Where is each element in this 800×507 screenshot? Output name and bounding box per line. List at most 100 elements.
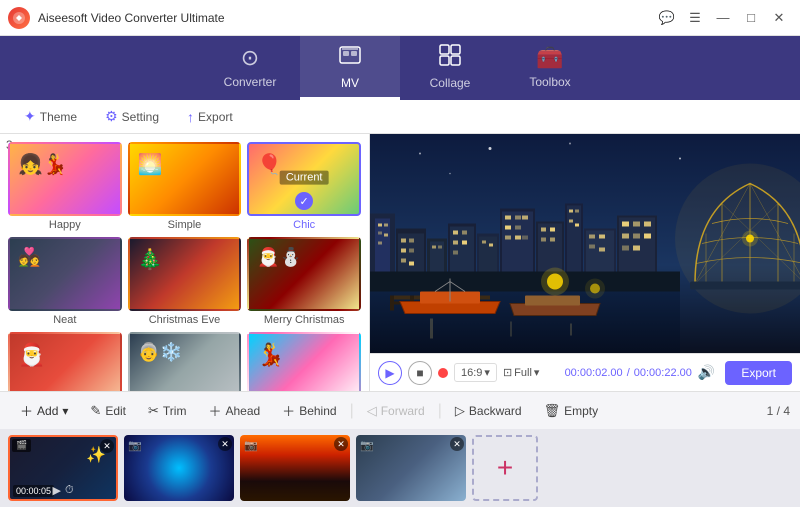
theme-thumb-stripes-waves: [247, 332, 361, 391]
theme-panel: 3 Happy Simple ✓ Current Chic: [0, 134, 370, 391]
theme-label-neat: Neat: [53, 314, 76, 326]
export-button[interactable]: Export: [725, 361, 792, 385]
menu-button[interactable]: ☰: [682, 5, 708, 31]
ahead-button[interactable]: ＋ Ahead: [198, 397, 270, 424]
film-play-1[interactable]: ▶: [52, 484, 60, 497]
theme-thumb-merry-christmas: [247, 237, 361, 311]
add-clip-button[interactable]: +: [472, 435, 538, 501]
theme-label-merry-christmas: Merry Christmas: [264, 314, 345, 326]
collage-icon: [439, 44, 461, 72]
edit-label: Edit: [105, 404, 126, 418]
behind-icon: ＋: [282, 401, 295, 420]
mv-icon: [339, 44, 361, 72]
divider-2: |: [438, 402, 442, 420]
theme-thumb-neat: [8, 237, 122, 311]
edit-icon: ✎: [90, 403, 101, 419]
add-clip-icon: +: [497, 452, 513, 484]
stop-button[interactable]: ■: [408, 361, 432, 385]
ahead-label: Ahead: [225, 404, 260, 418]
record-indicator: [438, 368, 448, 378]
film-controls-1: ▶ ⏱: [52, 484, 73, 497]
behind-button[interactable]: ＋ Behind: [272, 397, 346, 424]
subtab-theme[interactable]: ✦ Theme: [12, 104, 89, 129]
time-display: 00:00:02.00/00:00:22.00: [565, 367, 692, 379]
trim-label: Trim: [163, 404, 187, 418]
add-dropdown-icon: ▾: [62, 404, 68, 418]
theme-label-christmas-eve: Christmas Eve: [149, 314, 221, 326]
forward-icon: ◁: [367, 403, 377, 419]
film-clip-3[interactable]: ✕ 📷: [240, 435, 350, 501]
volume-icon[interactable]: 🔊: [698, 364, 715, 381]
theme-card-stripes-waves[interactable]: Stripes & Waves: [247, 332, 361, 391]
toolbox-icon: 🧰: [536, 45, 563, 71]
tab-collage-label: Collage: [430, 76, 471, 90]
minimize-button[interactable]: —: [710, 5, 736, 31]
backward-button[interactable]: ▷ Backward: [445, 399, 532, 423]
edit-button[interactable]: ✎ Edit: [80, 399, 136, 423]
app-title: Aiseesoft Video Converter Ultimate: [38, 11, 654, 25]
theme-card-chic[interactable]: ✓ Current Chic: [247, 142, 361, 231]
subtab-setting-label: Setting: [122, 110, 159, 124]
preview-panel: ▶ ■ 16:9 ▾ ⊡ Full ▾ 00:00:02.00/00:00:22…: [370, 134, 800, 391]
empty-button[interactable]: 🗑 Empty: [534, 399, 609, 423]
add-button[interactable]: ＋ Add ▾: [10, 397, 78, 424]
theme-grid: Happy Simple ✓ Current Chic Neat: [0, 134, 369, 391]
page-indicator: 1 / 4: [767, 404, 790, 418]
empty-icon: 🗑: [544, 403, 561, 419]
theme-card-neat[interactable]: Neat: [8, 237, 122, 326]
fullscreen-dropdown-icon: ▾: [534, 366, 540, 379]
theme-card-simple[interactable]: Simple: [128, 142, 242, 231]
aspect-ratio-select[interactable]: 16:9 ▾: [454, 363, 497, 382]
bottom-toolbar: ＋ Add ▾ ✎ Edit ✂ Trim ＋ Ahead ＋ Behind |…: [0, 391, 800, 429]
aspect-dropdown-icon: ▾: [484, 366, 490, 379]
theme-card-christmas-eve[interactable]: Christmas Eve: [128, 237, 242, 326]
trim-button[interactable]: ✂ Trim: [138, 399, 196, 423]
close-button[interactable]: ✕: [766, 5, 792, 31]
time-total: 00:00:22.00: [634, 367, 692, 379]
film-close-2[interactable]: ✕: [218, 437, 232, 451]
tab-collage[interactable]: Collage: [400, 36, 500, 100]
film-close-4[interactable]: ✕: [450, 437, 464, 451]
filmstrip: 🎬 ✕ 00:00:05 ▶ ⏱ ✨ ✕ 📷 ✕ 📷 ✕ 📷 +: [0, 429, 800, 507]
film-clip-1[interactable]: 🎬 ✕ 00:00:05 ▶ ⏱ ✨: [8, 435, 118, 501]
divider-1: |: [350, 402, 354, 420]
maximize-button[interactable]: □: [738, 5, 764, 31]
subtab-setting[interactable]: ⚙ Setting: [93, 104, 171, 129]
theme-icon: ✦: [24, 108, 36, 125]
window-controls: 💬 ☰ — □ ✕: [654, 5, 792, 31]
fullscreen-label: Full: [514, 367, 532, 379]
theme-card-merry-christmas[interactable]: Merry Christmas: [247, 237, 361, 326]
theme-thumb-simple: [128, 142, 242, 216]
nav-tabs: ⊙ Converter MV Collage 🧰 Toolbox: [0, 36, 800, 100]
play-button[interactable]: ▶: [378, 361, 402, 385]
theme-thumb-happy: [8, 142, 122, 216]
film-clip-4[interactable]: ✕ 📷: [356, 435, 466, 501]
titlebar: Aiseesoft Video Converter Ultimate 💬 ☰ —…: [0, 0, 800, 36]
chat-button[interactable]: 💬: [654, 5, 680, 31]
sub-toolbar: ✦ Theme ⚙ Setting ↑ Export: [0, 100, 800, 134]
subtab-export-label: Export: [198, 110, 233, 124]
tab-mv-label: MV: [341, 76, 359, 90]
theme-thumb-snowy-night: [128, 332, 242, 391]
tab-toolbox-label: Toolbox: [529, 75, 570, 89]
tab-converter[interactable]: ⊙ Converter: [200, 36, 300, 100]
film-overlay-1: 🎬: [12, 439, 31, 452]
forward-label: Forward: [381, 404, 425, 418]
film-type-badge-1: 🎬: [12, 439, 31, 452]
aspect-ratio-value: 16:9: [461, 367, 482, 379]
forward-button[interactable]: ◁ Forward: [357, 399, 435, 423]
theme-card-santa-claus[interactable]: Santa Claus: [8, 332, 122, 391]
subtab-export[interactable]: ↑ Export: [175, 105, 245, 129]
fullscreen-icon: ⊡: [503, 366, 512, 379]
theme-thumb-christmas-eve: [128, 237, 242, 311]
export-icon: ↑: [187, 109, 194, 125]
tab-converter-label: Converter: [224, 75, 277, 89]
tab-mv[interactable]: MV: [300, 36, 400, 100]
tab-toolbox[interactable]: 🧰 Toolbox: [500, 36, 600, 100]
theme-card-happy[interactable]: Happy: [8, 142, 122, 231]
film-close-3[interactable]: ✕: [334, 437, 348, 451]
theme-card-snowy-night[interactable]: Snowy Night: [128, 332, 242, 391]
preview-controls: ▶ ■ 16:9 ▾ ⊡ Full ▾ 00:00:02.00/00:00:22…: [370, 353, 800, 391]
film-clip-2[interactable]: ✕ 📷: [124, 435, 234, 501]
fullscreen-button[interactable]: ⊡ Full ▾: [503, 366, 539, 379]
